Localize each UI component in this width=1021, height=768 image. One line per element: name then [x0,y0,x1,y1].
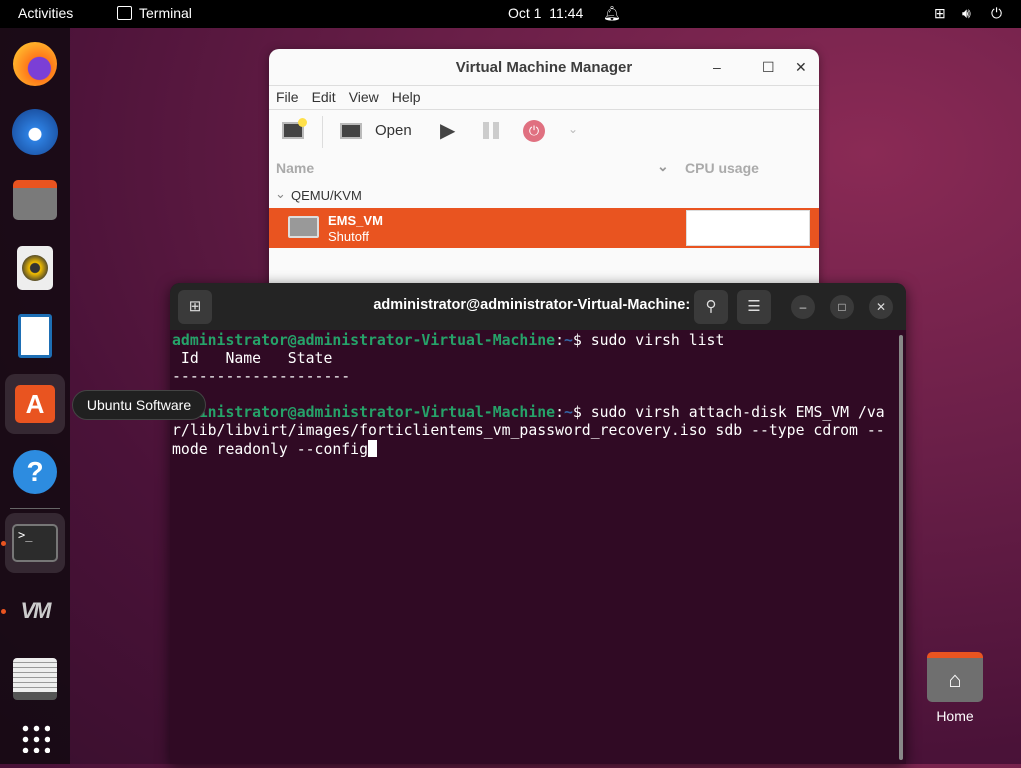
terminal-output[interactable]: administrator@administrator-Virtual-Mach… [172,332,885,459]
home-label: Home [936,708,974,724]
dock-virt-manager[interactable]: VM [1,581,65,641]
cursor [368,440,377,457]
prompt-path: ~ [564,404,573,421]
terminal-app-icon [117,6,132,20]
toolbar: Open ▶ ⏻ ⌄ [269,110,819,154]
star-icon [298,118,307,127]
open-vm-icon [340,123,362,139]
scrollbar[interactable] [899,335,903,760]
files-icon [13,180,57,220]
close-button[interactable]: ✕ [869,295,893,319]
vm-monitor-icon [288,216,319,238]
open-button[interactable]: Open [375,122,412,139]
vmm-window: Virtual Machine Manager – ☐ ✕ File Edit Vi… [269,49,819,299]
dock-tooltip: Ubuntu Software [72,390,206,420]
vmm-title: Virtual Machine Manager [455,59,633,76]
maximize-button[interactable]: □ [830,295,854,319]
dock-ubuntu-software[interactable]: A [5,374,65,434]
shutdown-menu-chevron-icon[interactable]: ⌄ [568,122,578,136]
menu-file[interactable]: File [269,86,299,105]
command-continuation: r/lib/libvirt/images/forticlientems_vm_p… [172,422,885,439]
dock-separator [10,508,60,509]
rhythmbox-icon [17,246,53,290]
dock-thunderbird[interactable] [5,102,65,162]
writer-icon [18,314,52,358]
text-editor-icon [13,658,57,700]
app-menu[interactable]: Terminal [139,5,192,21]
volume-icon[interactable]: 🔊︎ [962,5,971,22]
clock[interactable]: Oct 1 11:44 [508,5,583,21]
dock: A ? >_ VM [0,28,70,764]
ubuntu-software-icon: A [15,385,55,423]
grid-icon [20,723,50,753]
cpu-usage-graph [686,210,810,246]
thunderbird-icon [12,109,58,155]
group-chevron-icon[interactable]: ⌄ [275,186,286,202]
shutdown-button[interactable]: ⏻ [523,120,545,142]
running-indicator [1,609,6,614]
sort-chevron-icon: ⌄ [657,158,669,174]
maximize-button[interactable]: ☐ [762,49,775,86]
minimize-button[interactable]: – [791,295,815,319]
command-continuation: mode readonly --config [172,441,368,458]
menubar: File Edit View Help [269,86,819,110]
dock-firefox[interactable] [5,34,65,94]
vm-state: Shutoff [328,229,369,244]
running-indicator [1,541,6,546]
command: $ sudo virsh attach-disk EMS_VM /va [572,404,885,421]
virt-manager-icon: VM [20,598,52,623]
dock-text-editor[interactable] [5,649,65,709]
pause-button[interactable] [483,122,499,139]
dock-writer[interactable] [5,306,65,366]
column-cpu[interactable]: CPU usage [685,160,759,176]
terminal-icon: >_ [12,524,58,562]
terminal-window: ⊞ administrator@administrator-Virtual-Ma… [170,283,906,764]
new-tab-button[interactable]: ⊞ [178,290,212,324]
firefox-icon [13,42,57,86]
vm-name: EMS_VM [328,213,383,228]
minimize-button[interactable]: – [713,49,721,86]
desktop-home[interactable]: ⌂ Home [924,652,986,724]
prompt-path: ~ [564,332,573,349]
show-apps-button[interactable] [5,708,65,768]
home-folder-icon: ⌂ [927,652,983,702]
prompt-user: administrator@administrator-Virtual-Mach… [172,404,556,421]
command: $ sudo virsh list [572,332,725,349]
output-line: Id Name State [172,350,333,367]
dock-files[interactable] [5,170,65,230]
menu-help[interactable]: Help [385,86,421,105]
menu-button[interactable]: ☰ [737,290,771,324]
close-button[interactable]: ✕ [795,49,807,86]
menu-view[interactable]: View [342,86,379,105]
toolbar-separator [322,116,323,148]
menu-edit[interactable]: Edit [305,86,336,105]
prompt-user: administrator@administrator-Virtual-Mach… [172,332,556,349]
dock-help[interactable]: ? [5,442,65,502]
output-line: -------------------- [172,368,351,385]
column-name[interactable]: Name [276,160,314,176]
connection-group[interactable]: QEMU/KVM [291,188,362,203]
power-icon[interactable]: ⏻ [991,5,1002,22]
top-bar: Activities Terminal Oct 1 11:44 🔔︎ ⊞ 🔊︎ … [0,0,1021,28]
vm-row[interactable]: EMS_VM Shutoff [269,208,819,248]
bell-icon: 🔔︎ [603,5,621,21]
activities-button[interactable]: Activities [18,5,73,21]
search-button[interactable]: ⚲ [694,290,728,324]
run-button[interactable]: ▶ [440,118,455,143]
dock-terminal[interactable]: >_ [1,513,65,573]
dock-rhythmbox[interactable] [5,238,65,298]
help-icon: ? [13,450,57,494]
network-icon[interactable]: ⊞ [934,5,946,22]
